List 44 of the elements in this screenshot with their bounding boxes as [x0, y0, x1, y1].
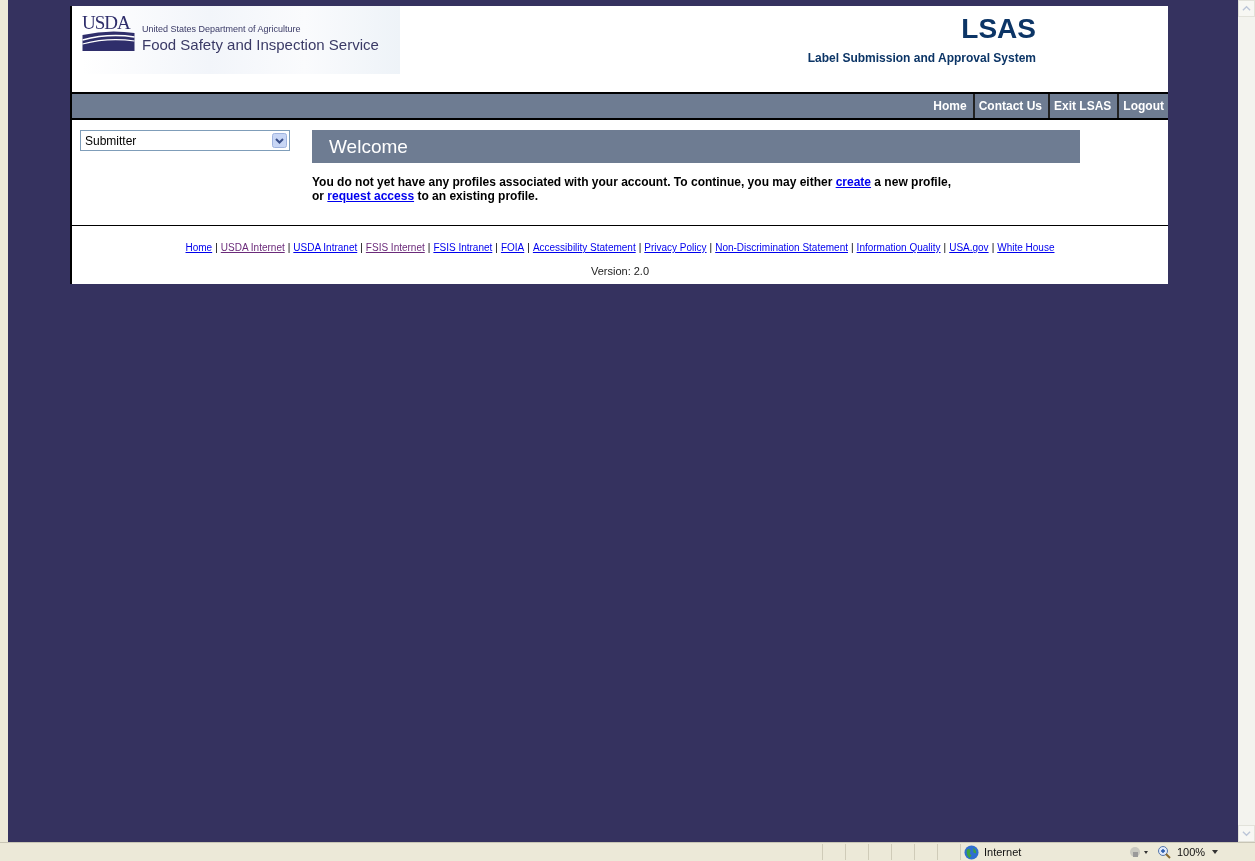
inline-link[interactable]: request access — [327, 189, 415, 203]
app-name: LSAS — [961, 14, 1036, 44]
footer-link[interactable]: White House — [997, 242, 1055, 253]
logo-text: USDA — [82, 14, 132, 31]
welcome-heading: Welcome — [312, 130, 1080, 163]
welcome-message: You do not yet have any profiles associated with your account. To continue, you may either create a new profile, or request access to an existing profile. — [312, 175, 953, 203]
zoom-level[interactable]: 100% — [1177, 846, 1206, 858]
footer-link[interactable]: Accessibility Statement — [532, 242, 636, 253]
separator: | — [360, 242, 363, 253]
agency-name: United States Department of Agriculture — [142, 24, 302, 34]
footer-link[interactable]: Privacy Policy — [644, 242, 707, 253]
separator: | — [287, 242, 291, 253]
service-name: Food Safety and Inspection Service — [142, 36, 379, 53]
footer-link[interactable]: Information Quality — [856, 242, 941, 253]
separator: | — [215, 242, 218, 253]
lock-menu-icon[interactable] — [1129, 846, 1151, 858]
footer-link[interactable]: USDA Intranet — [293, 242, 358, 253]
globe-icon — [964, 844, 979, 860]
footer-link[interactable]: Home — [185, 242, 213, 253]
scroll-up-button[interactable] — [1238, 0, 1255, 17]
separator: | — [709, 242, 713, 253]
fields-logo-icon — [82, 31, 135, 51]
separator: | — [943, 242, 947, 253]
role-select[interactable]: Submitter — [80, 130, 290, 151]
zoom-icon — [1157, 845, 1171, 859]
inline-link[interactable]: create — [835, 175, 872, 189]
footer-link[interactable]: Non-Discrimination Statement — [715, 242, 848, 253]
app-subtitle: Label Submission and Approval System — [807, 51, 1036, 65]
separator: | — [427, 242, 431, 253]
separator: | — [527, 242, 530, 253]
footer-link[interactable]: USA.gov — [949, 242, 989, 253]
separator: | — [638, 242, 642, 253]
scroll-down-button[interactable] — [1238, 825, 1255, 842]
footer-link[interactable]: FSIS Internet — [365, 242, 425, 253]
footer-link[interactable]: FOIA — [500, 242, 525, 253]
separator: | — [991, 242, 995, 253]
version-text: Version: 2.0 — [590, 265, 650, 277]
footer-link[interactable]: USDA Internet — [220, 242, 285, 253]
separator: | — [495, 242, 498, 253]
vertical-scrollbar[interactable] — [1238, 0, 1255, 842]
separator: | — [851, 242, 854, 253]
zone-text: Internet — [984, 846, 1022, 858]
footer-link[interactable]: FSIS Intranet — [433, 242, 493, 253]
caret-icon[interactable] — [1211, 849, 1220, 855]
